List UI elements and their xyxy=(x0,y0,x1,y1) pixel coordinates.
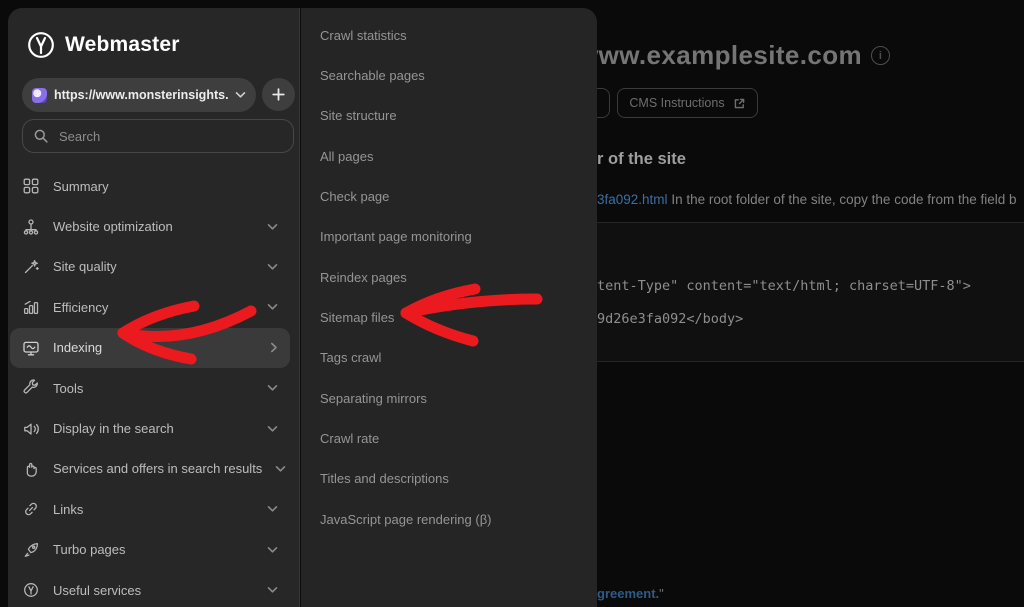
webmaster-logo[interactable]: Webmaster xyxy=(26,30,180,60)
sidebar-item-summary[interactable]: Summary xyxy=(10,166,290,206)
flyout-item-check-page[interactable]: Check page xyxy=(301,176,597,216)
code-line-2: 9d26e3fa092</body> xyxy=(597,311,743,327)
sidebar-item-display-in-the-search[interactable]: Display in the search xyxy=(10,408,290,448)
instruction-text: In the root folder of the site, copy the… xyxy=(671,192,1016,207)
verification-file-link[interactable]: 3fa092.html xyxy=(597,192,668,207)
sidebar-item-services-and-offers[interactable]: Services and offers in search results xyxy=(10,449,290,489)
agreement-line: greement." xyxy=(597,586,664,601)
agreement-link[interactable]: greement. xyxy=(597,586,659,601)
code-line-1: tent-Type" content="text/html; charset=U… xyxy=(597,278,971,294)
chevron-down-icon xyxy=(267,303,278,311)
sidebar-item-website-optimization[interactable]: Website optimization xyxy=(10,206,290,246)
logo-wordmark: Webmaster xyxy=(65,33,180,57)
indexing-flyout-menu: Crawl statistics Searchable pages Site s… xyxy=(301,8,597,607)
megaphone-icon xyxy=(22,420,40,438)
flyout-item-searchable-pages[interactable]: Searchable pages xyxy=(301,55,597,95)
chevron-down-icon xyxy=(267,505,278,513)
site-selector[interactable]: https://www.monsterinsights.com xyxy=(22,78,256,112)
sidebar-item-useful-services[interactable]: Useful services xyxy=(10,570,290,607)
sidebar-item-turbo-pages[interactable]: Turbo pages xyxy=(10,530,290,570)
sidebar-menu: Summary Website optimization Site qualit… xyxy=(8,166,300,607)
hand-icon xyxy=(22,460,40,478)
chevron-down-icon xyxy=(267,384,278,392)
sidebar-item-site-quality[interactable]: Site quality xyxy=(10,247,290,287)
section-title: r of the site xyxy=(597,150,686,169)
rocket-icon xyxy=(22,541,40,559)
chevron-down-icon xyxy=(267,263,278,271)
chevron-down-icon xyxy=(267,425,278,433)
yandex-webmaster-app: www.examplesite.com i CMS Instructions r… xyxy=(0,0,1024,607)
chevron-down-icon xyxy=(275,465,286,473)
cms-instructions-label: CMS Instructions xyxy=(629,96,724,110)
flyout-item-crawl-statistics[interactable]: Crawl statistics xyxy=(301,15,597,55)
sidebar-search[interactable] xyxy=(22,119,294,153)
chevron-right-icon xyxy=(270,342,278,353)
chevron-down-icon xyxy=(267,586,278,594)
sidebar-item-tools[interactable]: Tools xyxy=(10,368,290,408)
sidebar-item-links[interactable]: Links xyxy=(10,489,290,529)
chevron-down-icon xyxy=(267,546,278,554)
sidebar: Webmaster https://www.monsterinsights.co… xyxy=(8,8,300,607)
search-input[interactable] xyxy=(57,128,283,145)
flyout-item-site-structure[interactable]: Site structure xyxy=(301,96,597,136)
sidebar-item-efficiency[interactable]: Efficiency xyxy=(10,287,290,327)
sitemap-icon xyxy=(22,218,40,236)
grid-icon xyxy=(22,177,40,195)
info-icon[interactable]: i xyxy=(871,46,890,65)
agreement-suffix: " xyxy=(659,586,664,601)
wrench-icon xyxy=(22,379,40,397)
link-icon xyxy=(22,500,40,518)
external-link-icon xyxy=(733,97,746,110)
flyout-item-javascript-page-rendering[interactable]: JavaScript page rendering (β) xyxy=(301,499,597,539)
site-favicon-icon xyxy=(32,88,47,103)
flyout-item-sitemap-files[interactable]: Sitemap files xyxy=(301,297,597,337)
verification-instruction: 3fa092.html In the root folder of the si… xyxy=(597,192,1017,207)
bar-chart-icon xyxy=(22,298,40,316)
flyout-item-crawl-rate[interactable]: Crawl rate xyxy=(301,418,597,458)
wand-icon xyxy=(22,258,40,276)
site-selector-url: https://www.monsterinsights.com xyxy=(54,88,228,102)
flyout-item-important-page-monitoring[interactable]: Important page monitoring xyxy=(301,217,597,257)
flyout-item-tags-crawl[interactable]: Tags crawl xyxy=(301,338,597,378)
cms-instructions-button[interactable]: CMS Instructions xyxy=(617,88,758,118)
site-title-text: www.examplesite.com xyxy=(578,40,862,71)
flyout-item-reindex-pages[interactable]: Reindex pages xyxy=(301,257,597,297)
chevron-down-icon xyxy=(267,223,278,231)
flyout-item-separating-mirrors[interactable]: Separating mirrors xyxy=(301,378,597,418)
search-icon xyxy=(33,128,49,144)
y-circle-icon xyxy=(22,581,40,599)
chevron-down-icon xyxy=(235,91,246,99)
page-title: www.examplesite.com i xyxy=(578,40,890,71)
monitor-icon xyxy=(22,339,40,357)
flyout-item-titles-and-descriptions[interactable]: Titles and descriptions xyxy=(301,459,597,499)
yandex-logo-icon xyxy=(26,30,56,60)
plus-icon xyxy=(271,87,286,102)
flyout-item-all-pages[interactable]: All pages xyxy=(301,136,597,176)
sidebar-item-indexing[interactable]: Indexing xyxy=(10,328,290,368)
add-site-button[interactable] xyxy=(262,78,295,111)
